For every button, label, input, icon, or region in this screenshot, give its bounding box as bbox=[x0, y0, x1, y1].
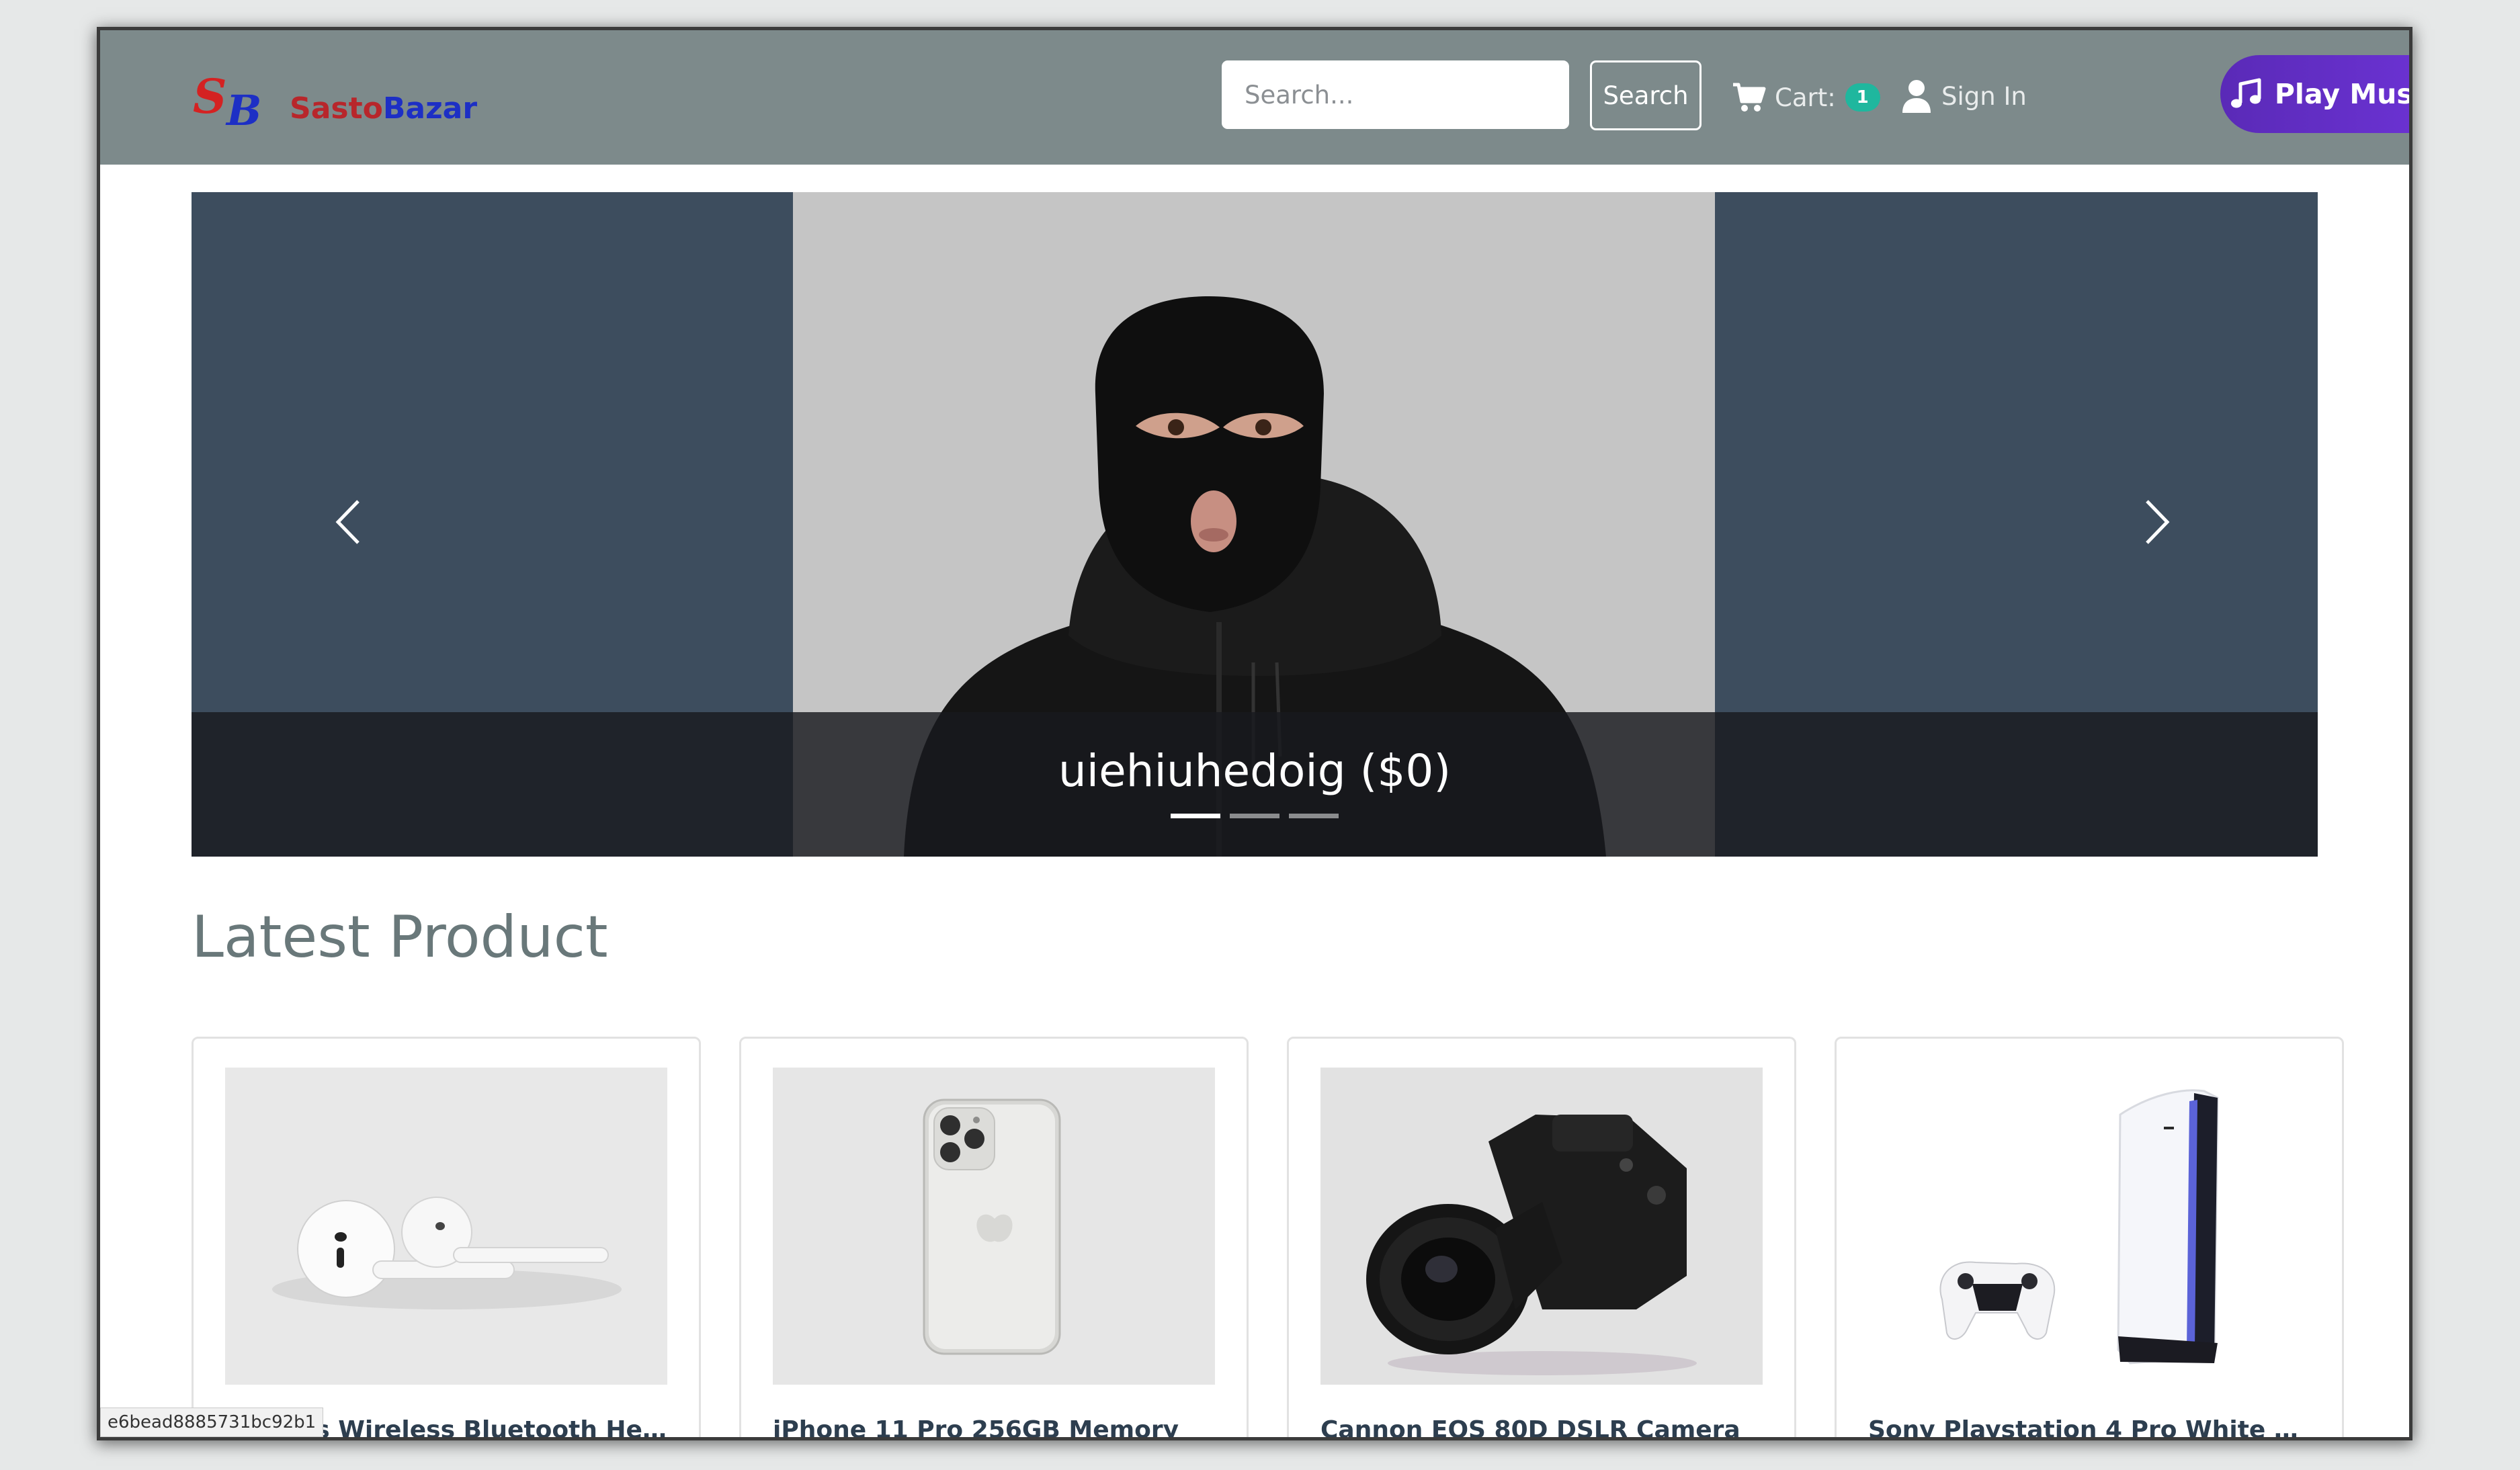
cart-icon bbox=[1733, 83, 1766, 112]
navbar: S B SastoBazar Search Cart: 1 Sign In bbox=[100, 30, 2409, 165]
brand-link[interactable]: S B SastoBazar bbox=[192, 68, 477, 135]
carousel-prev-button[interactable] bbox=[319, 492, 380, 552]
latest-product-heading: Latest Product bbox=[192, 904, 608, 971]
sign-in-link[interactable]: Sign In bbox=[1901, 76, 2027, 116]
cart-link[interactable]: Cart: 1 bbox=[1732, 79, 1880, 116]
iphone-image bbox=[773, 1068, 1215, 1385]
product-image[interactable] bbox=[1320, 1068, 1763, 1385]
brand-name: SastoBazar bbox=[290, 91, 477, 126]
chevron-right-icon bbox=[2146, 500, 2170, 544]
user-icon bbox=[1902, 80, 1931, 113]
product-card[interactable]: Sony Playstation 4 Pro White Version bbox=[1835, 1037, 2344, 1437]
carousel-indicator[interactable] bbox=[1289, 814, 1339, 818]
music-note-icon bbox=[2230, 78, 2261, 108]
play-music-label: Play Music bbox=[2274, 78, 2409, 110]
camera-image bbox=[1320, 1068, 1763, 1385]
sign-in-label: Sign In bbox=[1941, 81, 2027, 111]
product-title[interactable]: iPhone 11 Pro 256GB Memory bbox=[773, 1416, 1215, 1437]
cart-count-badge: 1 bbox=[1845, 83, 1880, 112]
brand-logo-icon: S B bbox=[193, 71, 261, 132]
chevron-left-icon bbox=[335, 500, 360, 544]
carousel-indicator[interactable] bbox=[1171, 814, 1220, 818]
svg-text:S: S bbox=[193, 71, 227, 124]
product-image[interactable] bbox=[773, 1068, 1215, 1385]
browser-viewport: S B SastoBazar Search Cart: 1 Sign In bbox=[100, 30, 2409, 1437]
product-carousel: uiehiuhedoig ($0) bbox=[192, 192, 2318, 857]
play-music-button[interactable]: Play Music bbox=[2220, 55, 2409, 133]
search-input[interactable] bbox=[1222, 60, 1569, 129]
product-title[interactable]: Cannon EOS 80D DSLR Camera bbox=[1320, 1416, 1763, 1437]
carousel-caption[interactable]: uiehiuhedoig ($0) bbox=[192, 745, 2318, 797]
product-image[interactable] bbox=[225, 1068, 667, 1385]
brand-name-part2: Bazar bbox=[382, 91, 478, 126]
status-bar-url: e6bead8885731bc92b1 bbox=[100, 1408, 324, 1437]
cart-label: Cart: bbox=[1775, 83, 1836, 112]
product-card[interactable]: Cannon EOS 80D DSLR Camera bbox=[1287, 1037, 1796, 1437]
carousel-next-button[interactable] bbox=[2126, 492, 2186, 552]
product-card[interactable]: Airpods Wireless Bluetooth Headphones bbox=[192, 1037, 701, 1437]
carousel-indicator[interactable] bbox=[1230, 814, 1279, 818]
carousel-indicators bbox=[1171, 814, 1348, 818]
airpods-image bbox=[225, 1068, 667, 1385]
product-title[interactable]: Sony Playstation 4 Pro White Version bbox=[1868, 1416, 2310, 1437]
svg-text:B: B bbox=[225, 86, 261, 132]
playstation-image bbox=[1868, 1068, 2310, 1385]
search-button[interactable]: Search bbox=[1590, 60, 1702, 130]
product-card[interactable]: iPhone 11 Pro 256GB Memory bbox=[739, 1037, 1249, 1437]
brand-name-part1: Sasto bbox=[290, 91, 383, 126]
product-image[interactable] bbox=[1868, 1068, 2310, 1385]
